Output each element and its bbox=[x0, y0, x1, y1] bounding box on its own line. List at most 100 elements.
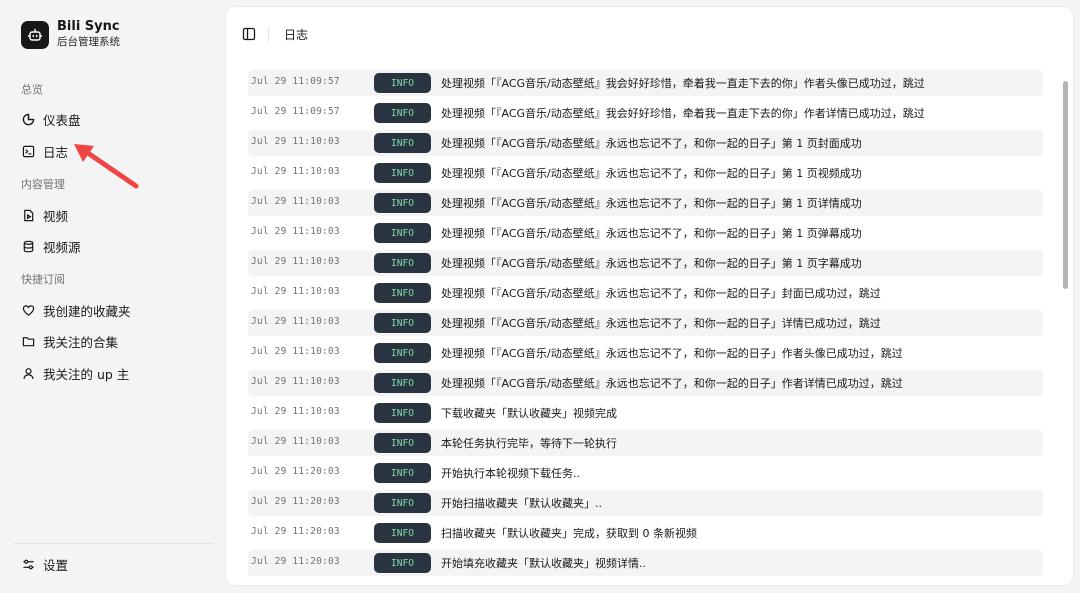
sidebar-item-settings[interactable]: 设置 bbox=[13, 550, 213, 578]
page-title: 日志 bbox=[284, 28, 309, 42]
log-level-badge: INFO bbox=[374, 433, 431, 453]
log-message: 开始扫描收藏夹「默认收藏夹」.. bbox=[441, 497, 602, 510]
log-message: 下载收藏夹「默认收藏夹」视频完成 bbox=[441, 407, 617, 420]
header-divider bbox=[268, 27, 269, 43]
log-level-badge: INFO bbox=[374, 523, 431, 543]
log-timestamp: Jul 29 11:10:03 bbox=[251, 166, 340, 177]
log-message: 处理视频「『ACG音乐/动态壁纸』我会好好珍惜，牵着我一直走下去的你」作者详情已… bbox=[441, 107, 925, 120]
log-timestamp: Jul 29 11:10:03 bbox=[251, 436, 340, 447]
sidebar-item-label: 仪表盘 bbox=[43, 112, 81, 128]
log-level-badge: INFO bbox=[374, 403, 431, 423]
sidebar-item-label: 我关注的 up 主 bbox=[43, 366, 130, 382]
sidebar-item-dashboard[interactable]: 仪表盘 bbox=[13, 105, 213, 133]
log-timestamp: Jul 29 11:09:57 bbox=[251, 106, 340, 117]
log-level-badge: INFO bbox=[374, 373, 431, 393]
log-level-badge: INFO bbox=[374, 193, 431, 213]
sidebar-item-label: 日志 bbox=[43, 144, 69, 160]
sidebar-item-my-favorites[interactable]: 我创建的收藏夹 bbox=[13, 296, 213, 324]
log-level-badge: INFO bbox=[374, 253, 431, 273]
sidebar-toggle-button[interactable] bbox=[241, 27, 257, 43]
log-row: Jul 29 11:10:03 INFO 处理视频「『ACG音乐/动态壁纸』永远也忘… bbox=[248, 280, 1043, 306]
log-row: Jul 29 11:20:03 INFO 开始填充收藏夹「默认收藏夹」视频详情.. bbox=[248, 550, 1043, 576]
brand[interactable]: Bili Sync 后台管理系统 bbox=[21, 19, 120, 50]
sidebar-item-label: 视频 bbox=[43, 208, 69, 224]
log-timestamp: Jul 29 11:20:03 bbox=[251, 556, 340, 567]
log-timestamp: Jul 29 11:10:03 bbox=[251, 226, 340, 237]
log-timestamp: Jul 29 11:09:57 bbox=[251, 76, 340, 87]
video-file-icon bbox=[22, 209, 35, 222]
log-message: 开始执行本轮视频下载任务.. bbox=[441, 467, 580, 480]
log-message: 处理视频「『ACG音乐/动态壁纸』永远也忘记不了，和你一起的日子」第 1 页弹幕… bbox=[441, 227, 862, 240]
sidebar-item-my-collections[interactable]: 我关注的合集 bbox=[13, 327, 213, 355]
settings-sliders-icon bbox=[22, 558, 35, 571]
database-icon bbox=[22, 240, 35, 253]
log-level-badge: INFO bbox=[374, 103, 431, 123]
scrollbar-thumb[interactable] bbox=[1063, 81, 1068, 289]
log-row: Jul 29 11:20:03 INFO 开始执行本轮视频下载任务.. bbox=[248, 460, 1043, 486]
log-row: Jul 29 11:10:03 INFO 下载收藏夹「默认收藏夹」视频完成 bbox=[248, 400, 1043, 426]
annotation-arrow-icon bbox=[74, 144, 139, 189]
log-level-badge: INFO bbox=[374, 343, 431, 363]
log-level-badge: INFO bbox=[374, 223, 431, 243]
log-row: Jul 29 11:10:03 INFO 处理视频「『ACG音乐/动态壁纸』永远也忘… bbox=[248, 370, 1043, 396]
header: 日志 bbox=[226, 7, 1073, 63]
log-row: Jul 29 11:10:03 INFO 本轮任务执行完毕，等待下一轮执行 bbox=[248, 430, 1043, 456]
pie-chart-icon bbox=[22, 113, 35, 126]
group-label-content: 内容管理 bbox=[21, 178, 65, 191]
log-message: 处理视频「『ACG音乐/动态壁纸』永远也忘记不了，和你一起的日子」第 1 页封面… bbox=[441, 137, 862, 150]
log-level-badge: INFO bbox=[374, 163, 431, 183]
log-message: 本轮任务执行完毕，等待下一轮执行 bbox=[441, 437, 617, 450]
terminal-icon bbox=[22, 145, 35, 158]
log-list[interactable]: Jul 29 11:09:57 INFO 处理视频「『ACG音乐/动态壁纸』我会好好… bbox=[248, 70, 1043, 580]
log-level-badge: INFO bbox=[374, 283, 431, 303]
log-row: Jul 29 11:10:03 INFO 处理视频「『ACG音乐/动态壁纸』永远也忘… bbox=[248, 250, 1043, 276]
log-message: 处理视频「『ACG音乐/动态壁纸』永远也忘记不了，和你一起的日子」作者头像已成功… bbox=[441, 347, 903, 360]
log-message: 处理视频「『ACG音乐/动态壁纸』永远也忘记不了，和你一起的日子」详情已成功过，… bbox=[441, 317, 881, 330]
log-message: 处理视频「『ACG音乐/动态壁纸』永远也忘记不了，和你一起的日子」第 1 页详情… bbox=[441, 197, 862, 210]
log-row: Jul 29 11:09:57 INFO 处理视频「『ACG音乐/动态壁纸』我会好好… bbox=[248, 70, 1043, 96]
log-timestamp: Jul 29 11:10:03 bbox=[251, 256, 340, 267]
log-message: 处理视频「『ACG音乐/动态壁纸』我会好好珍惜，牵着我一直走下去的你」作者头像已… bbox=[441, 77, 925, 90]
log-level-badge: INFO bbox=[374, 553, 431, 573]
log-row: Jul 29 11:20:03 INFO 扫描收藏夹「默认收藏夹」完成，获取到 0 … bbox=[248, 520, 1043, 546]
sidebar-item-label: 我创建的收藏夹 bbox=[43, 303, 131, 319]
sidebar-divider bbox=[13, 543, 213, 544]
sidebar-item-label: 设置 bbox=[43, 557, 69, 573]
panel-left-icon bbox=[242, 26, 256, 45]
log-message: 处理视频「『ACG音乐/动态壁纸』永远也忘记不了，和你一起的日子」作者详情已成功… bbox=[441, 377, 903, 390]
log-timestamp: Jul 29 11:10:03 bbox=[251, 196, 340, 207]
log-timestamp: Jul 29 11:10:03 bbox=[251, 346, 340, 357]
log-row: Jul 29 11:10:03 INFO 处理视频「『ACG音乐/动态壁纸』永远也忘… bbox=[248, 340, 1043, 366]
sidebar-item-videos[interactable]: 视频 bbox=[13, 201, 213, 229]
sidebar-item-label: 我关注的合集 bbox=[43, 334, 119, 350]
log-level-badge: INFO bbox=[374, 133, 431, 153]
log-message: 处理视频「『ACG音乐/动态壁纸』永远也忘记不了，和你一起的日子」第 1 页视频… bbox=[441, 167, 862, 180]
robot-logo-icon bbox=[21, 20, 49, 49]
log-level-badge: INFO bbox=[374, 463, 431, 483]
log-row: Jul 29 11:10:03 INFO 处理视频「『ACG音乐/动态壁纸』永远也忘… bbox=[248, 130, 1043, 156]
sidebar-item-my-ups[interactable]: 我关注的 up 主 bbox=[13, 359, 213, 387]
sidebar-item-video-sources[interactable]: 视频源 bbox=[13, 232, 213, 260]
log-row: Jul 29 11:10:03 INFO 处理视频「『ACG音乐/动态壁纸』永远也忘… bbox=[248, 220, 1043, 246]
log-row: Jul 29 11:10:03 INFO 处理视频「『ACG音乐/动态壁纸』永远也忘… bbox=[248, 160, 1043, 186]
log-row: Jul 29 11:20:03 INFO 开始扫描收藏夹「默认收藏夹」.. bbox=[248, 490, 1043, 516]
log-timestamp: Jul 29 11:10:03 bbox=[251, 136, 340, 147]
log-message: 处理视频「『ACG音乐/动态壁纸』永远也忘记不了，和你一起的日子」第 1 页字幕… bbox=[441, 257, 862, 270]
log-row: Jul 29 11:10:03 INFO 处理视频「『ACG音乐/动态壁纸』永远也忘… bbox=[248, 310, 1043, 336]
log-message: 扫描收藏夹「默认收藏夹」完成，获取到 0 条新视频 bbox=[441, 527, 697, 540]
scrollbar[interactable] bbox=[1063, 77, 1069, 577]
log-message: 开始填充收藏夹「默认收藏夹」视频详情.. bbox=[441, 557, 646, 570]
log-timestamp: Jul 29 11:20:03 bbox=[251, 496, 340, 507]
log-timestamp: Jul 29 11:10:03 bbox=[251, 316, 340, 327]
sidebar-item-label: 视频源 bbox=[43, 239, 81, 255]
folder-icon bbox=[22, 335, 35, 348]
log-timestamp: Jul 29 11:20:03 bbox=[251, 526, 340, 537]
log-timestamp: Jul 29 11:10:03 bbox=[251, 286, 340, 297]
log-row: Jul 29 11:10:03 INFO 处理视频「『ACG音乐/动态壁纸』永远也忘… bbox=[248, 190, 1043, 216]
log-timestamp: Jul 29 11:20:03 bbox=[251, 466, 340, 477]
brand-title: Bili Sync bbox=[57, 19, 120, 34]
log-timestamp: Jul 29 11:10:03 bbox=[251, 376, 340, 387]
log-row: Jul 29 11:09:57 INFO 处理视频「『ACG音乐/动态壁纸』我会好好… bbox=[248, 100, 1043, 126]
log-timestamp: Jul 29 11:10:03 bbox=[251, 406, 340, 417]
log-level-badge: INFO bbox=[374, 493, 431, 513]
